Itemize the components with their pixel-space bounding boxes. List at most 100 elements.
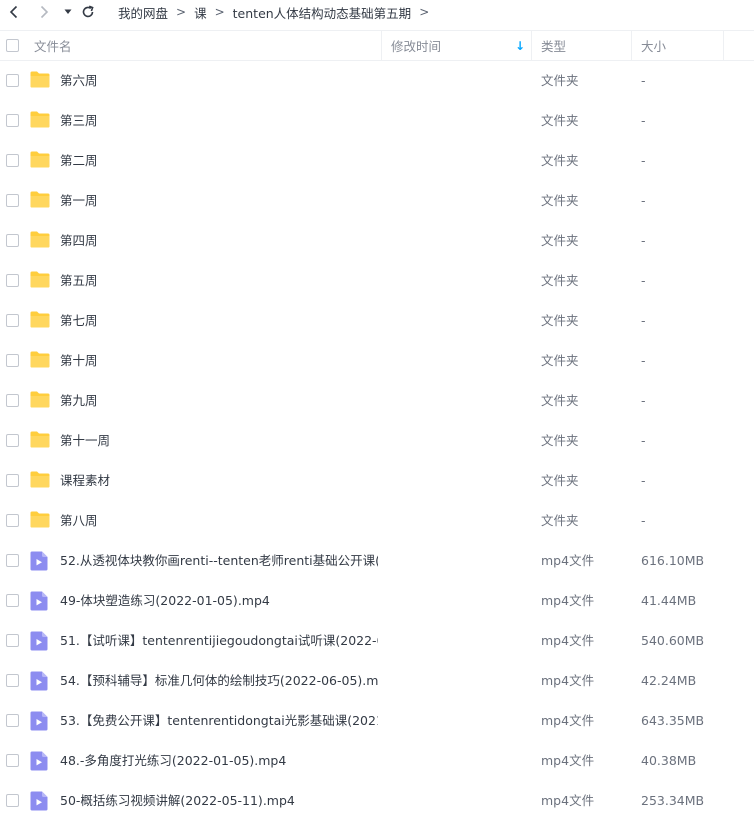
file-name[interactable]: 第二周 xyxy=(60,141,98,181)
file-size: - xyxy=(641,353,646,368)
row-checkbox[interactable] xyxy=(6,714,19,727)
column-header-type[interactable]: 类型 xyxy=(532,31,632,60)
file-name[interactable]: 第一周 xyxy=(60,181,98,221)
file-size: - xyxy=(641,393,646,408)
file-size: - xyxy=(641,473,646,488)
file-row[interactable]: 第四周 文件夹 - xyxy=(0,221,754,261)
breadcrumb-item-current[interactable]: tenten人体结构动态基础第五期 xyxy=(233,3,412,22)
file-row[interactable]: 第三周 文件夹 - xyxy=(0,101,754,141)
file-row[interactable]: 49-体块塑造练习(2022-01-05).mp4 mp4文件 41.44MB xyxy=(0,581,754,621)
column-header-modified[interactable]: 修改时间 ↓ xyxy=(382,31,532,60)
video-file-icon xyxy=(30,711,48,731)
file-row[interactable]: 第七周 文件夹 - xyxy=(0,301,754,341)
video-file-icon xyxy=(30,551,48,571)
file-name[interactable]: 第八周 xyxy=(60,501,98,541)
column-header-name-label: 文件名 xyxy=(34,39,72,54)
file-row[interactable]: 第一周 文件夹 - xyxy=(0,181,754,221)
forward-button[interactable] xyxy=(34,0,54,24)
file-row[interactable]: 第九周 文件夹 - xyxy=(0,381,754,421)
file-size: - xyxy=(641,113,646,128)
row-checkbox[interactable] xyxy=(6,194,19,207)
file-row[interactable]: 第八周 文件夹 - xyxy=(0,501,754,541)
row-checkbox[interactable] xyxy=(6,794,19,807)
file-type: 文件夹 xyxy=(541,273,579,288)
row-checkbox[interactable] xyxy=(6,754,19,767)
file-row[interactable]: 第二周 文件夹 - xyxy=(0,141,754,181)
file-type: 文件夹 xyxy=(541,353,579,368)
file-name[interactable]: 第十周 xyxy=(60,341,98,381)
file-name[interactable]: 51.【试听课】tentenrentijiegoudongtai试听课(2022… xyxy=(60,621,378,661)
file-name[interactable]: 54.【预科辅导】标准几何体的绘制技巧(2022-06-05).mp4 xyxy=(60,661,378,701)
file-size: 616.10MB xyxy=(641,553,705,568)
file-name[interactable]: 49-体块塑造练习(2022-01-05).mp4 xyxy=(60,581,270,621)
file-name[interactable]: 第六周 xyxy=(60,61,98,101)
row-checkbox[interactable] xyxy=(6,154,19,167)
column-header-size[interactable]: 大小 xyxy=(632,31,724,60)
row-checkbox[interactable] xyxy=(6,674,19,687)
refresh-icon xyxy=(82,5,94,18)
file-type: mp4文件 xyxy=(541,633,595,648)
file-size: - xyxy=(641,193,646,208)
file-name[interactable]: 第五周 xyxy=(60,261,98,301)
row-checkbox[interactable] xyxy=(6,634,19,647)
file-name[interactable]: 第九周 xyxy=(60,381,98,421)
file-list-header: 文件名 修改时间 ↓ 类型 大小 xyxy=(0,30,754,61)
file-name[interactable]: 52.从透视体块教你画renti--tenten老师renti基础公开课(... xyxy=(60,541,378,581)
file-row[interactable]: 第十周 文件夹 - xyxy=(0,341,754,381)
column-header-size-label: 大小 xyxy=(641,39,667,54)
file-size: - xyxy=(641,233,646,248)
file-type: 文件夹 xyxy=(541,433,579,448)
file-row[interactable]: 课程素材 文件夹 - xyxy=(0,461,754,501)
file-type: mp4文件 xyxy=(541,713,595,728)
file-row[interactable]: 52.从透视体块教你画renti--tenten老师renti基础公开课(...… xyxy=(0,541,754,581)
file-list: 第六周 文件夹 - 第三周 文件夹 - 第二周 文件夹 - 第一周 文件夹 - 第四周 文件夹 - … xyxy=(0,61,754,821)
file-row[interactable]: 第十一周 文件夹 - xyxy=(0,421,754,461)
file-name[interactable]: 48.-多角度打光练习(2022-01-05).mp4 xyxy=(60,741,286,781)
file-name[interactable]: 第七周 xyxy=(60,301,98,341)
row-checkbox[interactable] xyxy=(6,554,19,567)
breadcrumb-item-course[interactable]: 课 xyxy=(194,3,207,22)
file-name[interactable]: 第十一周 xyxy=(60,421,110,461)
file-name[interactable]: 53.【免费公开课】tentenrentidongtai光影基础课(2021..… xyxy=(60,701,378,741)
refresh-button[interactable] xyxy=(78,0,98,24)
file-row[interactable]: 51.【试听课】tentenrentijiegoudongtai试听课(2022… xyxy=(0,621,754,661)
row-checkbox[interactable] xyxy=(6,354,19,367)
row-checkbox[interactable] xyxy=(6,514,19,527)
file-type: mp4文件 xyxy=(541,793,595,808)
row-checkbox[interactable] xyxy=(6,474,19,487)
file-size: - xyxy=(641,73,646,88)
file-size: 42.24MB xyxy=(641,673,697,688)
breadcrumb-item-home[interactable]: 我的网盘 xyxy=(118,3,168,22)
row-checkbox[interactable] xyxy=(6,314,19,327)
row-checkbox[interactable] xyxy=(6,234,19,247)
folder-icon xyxy=(30,111,50,128)
file-row[interactable]: 53.【免费公开课】tentenrentidongtai光影基础课(2021..… xyxy=(0,701,754,741)
row-checkbox[interactable] xyxy=(6,594,19,607)
row-checkbox[interactable] xyxy=(6,114,19,127)
file-name[interactable]: 50-概括练习视频讲解(2022-05-11).mp4 xyxy=(60,781,295,821)
file-size: 540.60MB xyxy=(641,633,705,648)
file-row[interactable]: 第六周 文件夹 - xyxy=(0,61,754,101)
video-file-icon xyxy=(30,591,48,611)
file-row[interactable]: 54.【预科辅导】标准几何体的绘制技巧(2022-06-05).mp4 mp4文件… xyxy=(0,661,754,701)
row-checkbox[interactable] xyxy=(6,394,19,407)
row-checkbox[interactable] xyxy=(6,434,19,447)
file-name[interactable]: 第四周 xyxy=(60,221,98,261)
file-row[interactable]: 第五周 文件夹 - xyxy=(0,261,754,301)
folder-icon xyxy=(30,471,50,488)
file-type: mp4文件 xyxy=(541,673,595,688)
back-button[interactable] xyxy=(4,0,24,24)
file-row[interactable]: 50-概括练习视频讲解(2022-05-11).mp4 mp4文件 253.34MB xyxy=(0,781,754,821)
file-type: 文件夹 xyxy=(541,193,579,208)
row-checkbox[interactable] xyxy=(6,274,19,287)
history-dropdown-button[interactable] xyxy=(58,0,78,24)
file-type: 文件夹 xyxy=(541,153,579,168)
column-header-name[interactable]: 文件名 xyxy=(34,31,382,60)
file-name[interactable]: 第三周 xyxy=(60,101,98,141)
file-size: - xyxy=(641,433,646,448)
row-checkbox[interactable] xyxy=(6,74,19,87)
folder-icon xyxy=(30,391,50,408)
select-all-checkbox[interactable] xyxy=(6,39,19,52)
file-row[interactable]: 48.-多角度打光练习(2022-01-05).mp4 mp4文件 40.38MB xyxy=(0,741,754,781)
file-name[interactable]: 课程素材 xyxy=(60,461,110,501)
